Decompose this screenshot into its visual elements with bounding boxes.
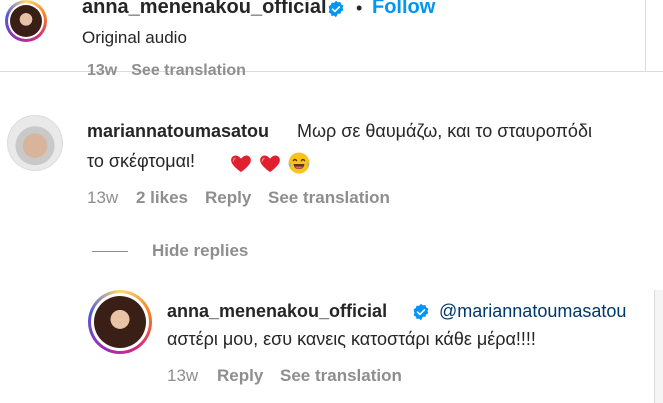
verified-badge-icon bbox=[328, 0, 344, 18]
mention-link[interactable]: @mariannatoumasatou bbox=[439, 301, 626, 322]
original-audio-link[interactable]: Original audio bbox=[82, 28, 187, 48]
author-username[interactable]: anna_menenakou_official bbox=[82, 0, 327, 19]
comment-likes-count[interactable]: 2 likes bbox=[136, 188, 188, 208]
face-with-tears-of-joy-icon bbox=[288, 152, 310, 174]
partially-hidden-meta: 13w See translation bbox=[87, 62, 246, 79]
replies-divider-line bbox=[92, 251, 128, 252]
post-header: anna_menenakou_official • Follow Origina… bbox=[0, 0, 663, 79]
reply-button[interactable]: Reply bbox=[217, 366, 263, 386]
reply-text: αστέρι μου, εσυ κανεις κατοστάρι κάθε μέ… bbox=[167, 329, 536, 349]
follow-button[interactable]: Follow bbox=[372, 0, 435, 19]
red-heart-icon bbox=[231, 155, 251, 172]
verified-badge-icon bbox=[413, 303, 429, 321]
hide-replies-button[interactable]: Hide replies bbox=[152, 241, 248, 261]
see-translation-button[interactable]: See translation bbox=[268, 188, 390, 208]
commenter-avatar[interactable] bbox=[7, 115, 63, 171]
separator-dot: • bbox=[356, 0, 363, 18]
comment-timestamp[interactable]: 13w bbox=[87, 188, 118, 208]
reply-author-username[interactable]: anna_menenakou_official bbox=[167, 301, 387, 322]
divider bbox=[645, 0, 646, 72]
comment-text-line2: το σκέφτομαι! bbox=[87, 151, 196, 171]
author-avatar[interactable] bbox=[5, 0, 47, 42]
scrollbar[interactable] bbox=[654, 290, 663, 403]
red-heart-icon bbox=[260, 155, 280, 172]
reply-timestamp[interactable]: 13w bbox=[167, 366, 198, 386]
see-translation-button[interactable]: See translation bbox=[280, 366, 402, 386]
comment-text: Μωρ σε θαυμάζω, και το σταυροπόδι bbox=[297, 121, 592, 141]
commenter-username[interactable]: mariannatoumasatou bbox=[87, 121, 269, 142]
reply-button[interactable]: Reply bbox=[205, 188, 251, 208]
reply-author-avatar[interactable] bbox=[88, 290, 152, 354]
